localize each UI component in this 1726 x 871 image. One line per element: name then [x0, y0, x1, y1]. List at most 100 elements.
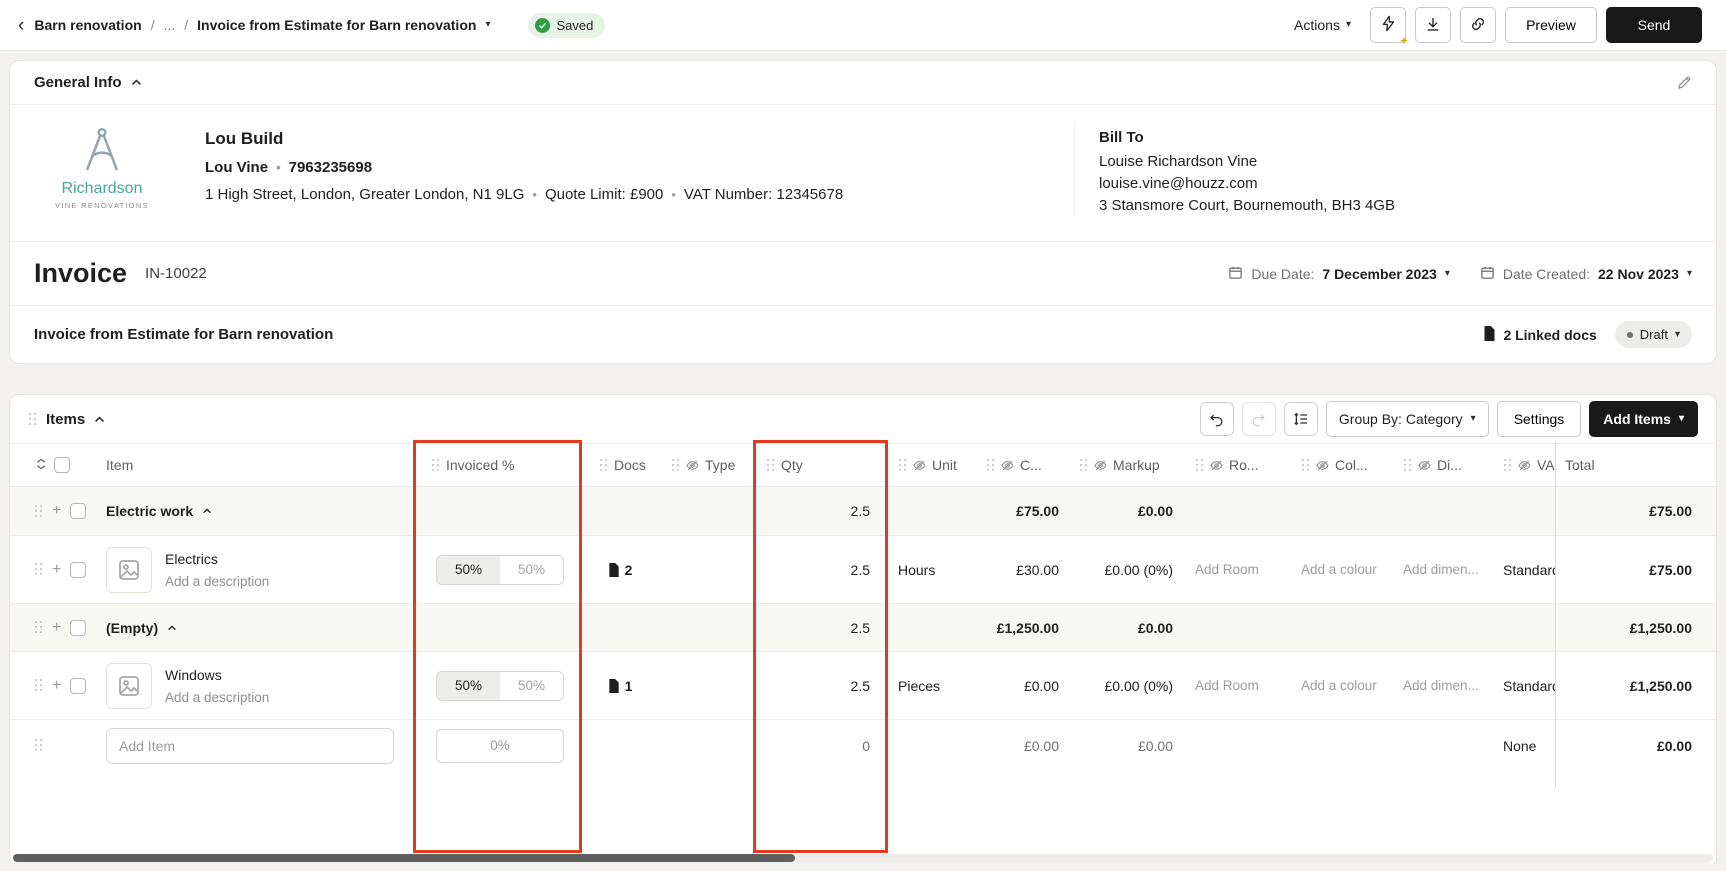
dimensions-cell[interactable]: Add dimen... — [1391, 536, 1493, 603]
column-header-item[interactable]: Item — [96, 444, 421, 486]
column-drag-icon[interactable] — [898, 458, 907, 472]
invoiced-percent-segment[interactable]: 50% — [437, 671, 500, 700]
column-header-colour[interactable]: Col... — [1289, 444, 1391, 486]
collapse-category-icon[interactable] — [167, 624, 177, 631]
room-cell[interactable]: Add Room — [1181, 536, 1289, 603]
select-all-checkbox[interactable] — [54, 457, 70, 473]
row-checkbox[interactable] — [70, 561, 87, 578]
column-drag-icon[interactable] — [1503, 458, 1512, 472]
unit-cell[interactable]: Pieces — [886, 652, 976, 719]
date-created-picker[interactable]: Date Created: 22 Nov 2023 ▾ — [1480, 265, 1692, 283]
column-drag-icon[interactable] — [1195, 458, 1204, 472]
column-header-qty[interactable]: Qty — [756, 444, 886, 486]
colour-cell[interactable]: Add a colour — [1289, 536, 1391, 603]
colour-cell[interactable]: Add a colour — [1289, 652, 1391, 719]
item-thumbnail[interactable] — [106, 662, 152, 709]
breadcrumb-project[interactable]: Barn renovation — [34, 17, 141, 33]
docs-cell[interactable]: 1 — [579, 652, 661, 719]
add-row-icon[interactable]: + — [52, 561, 61, 579]
qty-cell[interactable]: 2.5 — [756, 652, 886, 719]
send-button[interactable]: Send — [1606, 7, 1702, 43]
column-drag-icon[interactable] — [671, 458, 680, 472]
vat-cell[interactable]: None — [1493, 720, 1555, 771]
settings-button[interactable]: Settings — [1496, 401, 1582, 437]
column-drag-icon[interactable] — [1403, 458, 1412, 472]
column-header-room[interactable]: Ro... — [1181, 444, 1289, 486]
drag-handle-icon[interactable] — [28, 412, 37, 426]
add-description-link[interactable]: Add a description — [165, 690, 269, 705]
row-checkbox[interactable] — [70, 677, 87, 694]
drag-handle-icon[interactable] — [34, 739, 43, 752]
add-row-icon[interactable]: + — [52, 502, 61, 520]
status-badge[interactable]: Draft ▾ — [1614, 321, 1692, 348]
back-chevron-icon[interactable]: ‹ — [18, 16, 24, 35]
group-by-select[interactable]: Group By: Category ▾ — [1325, 401, 1489, 437]
column-header-invoiced[interactable]: Invoiced % — [421, 444, 579, 486]
preview-button[interactable]: Preview — [1505, 7, 1597, 43]
invoiced-amount-segment[interactable]: 50% — [500, 671, 563, 700]
drag-handle-icon[interactable] — [34, 621, 43, 634]
cost-cell[interactable]: £30.00 — [976, 536, 1069, 603]
invoiced-percent-segment[interactable]: 50% — [437, 555, 500, 584]
column-header-docs[interactable]: Docs — [579, 444, 661, 486]
qty-cell[interactable]: 0 — [756, 720, 886, 771]
add-item-input[interactable] — [106, 727, 394, 764]
markup-cell[interactable]: £0.00 (0%) — [1069, 652, 1181, 719]
column-header-dimensions[interactable]: Di... — [1391, 444, 1493, 486]
collapse-section-icon[interactable] — [131, 79, 142, 86]
type-cell[interactable] — [661, 652, 756, 719]
vat-cell[interactable]: Standard — [1493, 652, 1555, 719]
breadcrumb-ellipsis[interactable]: ... — [164, 17, 176, 33]
collapse-section-icon[interactable] — [94, 415, 105, 423]
item-thumbnail[interactable] — [106, 546, 152, 593]
invoiced-amount-segment[interactable]: 50% — [500, 555, 563, 584]
docs-cell[interactable]: 2 — [579, 536, 661, 603]
invoice-name[interactable]: Invoice from Estimate for Barn renovatio… — [34, 326, 333, 343]
add-description-link[interactable]: Add a description — [165, 574, 269, 589]
scrollbar-thumb[interactable] — [13, 854, 795, 862]
dimensions-cell[interactable]: Add dimen... — [1391, 652, 1493, 719]
collapse-all-icon[interactable] — [34, 457, 48, 474]
vat-cell[interactable]: Standard — [1493, 536, 1555, 603]
add-items-button[interactable]: Add Items ▾ — [1589, 401, 1698, 437]
breadcrumb-current[interactable]: Invoice from Estimate for Barn renovatio… — [197, 17, 476, 33]
add-row-icon[interactable]: + — [52, 677, 61, 695]
download-button[interactable] — [1415, 7, 1451, 43]
quick-actions-button[interactable]: ✦ — [1370, 7, 1409, 48]
edit-pencil-icon[interactable] — [1677, 75, 1692, 90]
add-row-icon[interactable]: + — [52, 619, 61, 637]
column-drag-icon[interactable] — [986, 458, 995, 472]
item-name[interactable]: Windows — [165, 667, 269, 683]
type-cell[interactable] — [661, 536, 756, 603]
row-checkbox[interactable] — [70, 503, 87, 519]
drag-handle-icon[interactable] — [34, 563, 43, 576]
room-cell[interactable]: Add Room — [1181, 652, 1289, 719]
item-name[interactable]: Electrics — [165, 551, 269, 567]
column-header-vat[interactable]: VA — [1493, 444, 1555, 486]
column-drag-icon[interactable] — [1079, 458, 1088, 472]
invoiced-percent-input[interactable] — [436, 728, 564, 763]
collapse-category-icon[interactable] — [202, 508, 212, 514]
column-header-type[interactable]: Type — [661, 444, 756, 486]
markup-cell[interactable]: £0.00 — [1069, 720, 1181, 771]
cost-cell[interactable]: £0.00 — [976, 652, 1069, 719]
qty-cell[interactable]: 2.5 — [756, 536, 886, 603]
linked-docs-button[interactable]: 2 Linked docs — [1483, 325, 1597, 344]
copy-link-button[interactable] — [1460, 7, 1496, 43]
column-header-cost[interactable]: C... — [976, 444, 1069, 486]
column-header-markup[interactable]: Markup — [1069, 444, 1181, 486]
actions-menu-button[interactable]: Actions ▾ — [1294, 17, 1351, 33]
undo-button[interactable] — [1199, 402, 1234, 436]
column-drag-icon[interactable] — [431, 458, 440, 472]
column-drag-icon[interactable] — [1301, 458, 1310, 472]
column-header-unit[interactable]: Unit — [886, 444, 976, 486]
column-drag-icon[interactable] — [766, 458, 775, 472]
cost-cell[interactable]: £0.00 — [976, 720, 1069, 771]
drag-handle-icon[interactable] — [34, 504, 43, 518]
markup-cell[interactable]: £0.00 (0%) — [1069, 536, 1181, 603]
caret-down-icon[interactable]: ▾ — [485, 20, 490, 30]
row-checkbox[interactable] — [70, 619, 87, 636]
drag-handle-icon[interactable] — [34, 679, 43, 692]
column-drag-icon[interactable] — [599, 458, 608, 472]
unit-cell[interactable]: Hours — [886, 536, 976, 603]
